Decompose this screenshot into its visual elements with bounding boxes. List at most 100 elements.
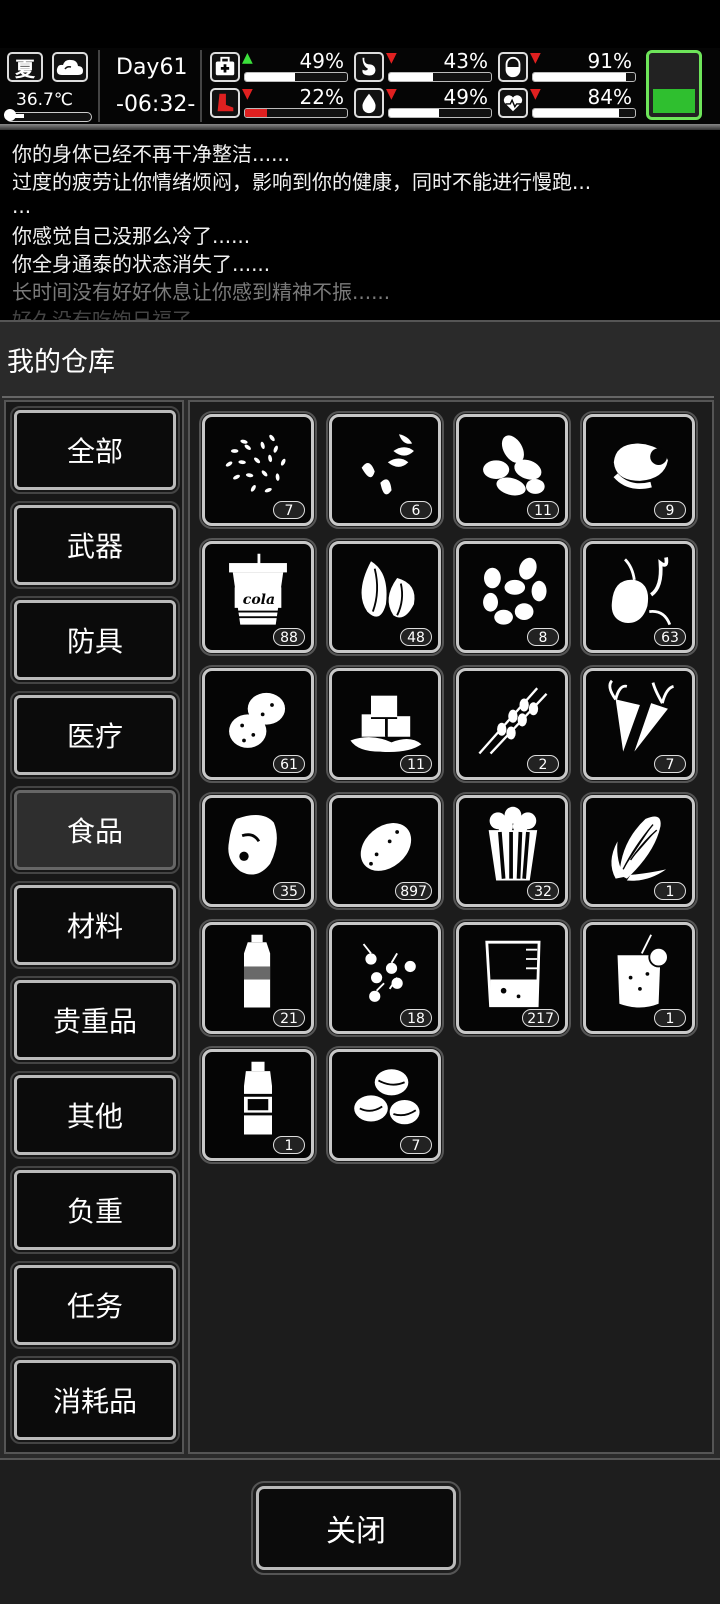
- item-count: 897: [395, 882, 432, 900]
- inventory-slot[interactable]: 217: [453, 919, 571, 1037]
- log-line: 长时间没有好好休息让你感到精神不振......: [12, 280, 391, 304]
- cloud-icon: [52, 52, 88, 82]
- category-tab[interactable]: 负重: [10, 1166, 180, 1254]
- stat-meter: ▼ 49%: [354, 85, 494, 120]
- battery-level: [653, 89, 695, 113]
- log-line: 你感觉自己没那么冷了......: [12, 224, 251, 248]
- inventory-slot[interactable]: 1: [580, 792, 698, 910]
- inventory-slot[interactable]: 1: [580, 919, 698, 1037]
- skewer-icon: [478, 687, 548, 755]
- inventory-slot[interactable]: 8: [453, 538, 571, 656]
- category-tab[interactable]: 消耗品: [10, 1356, 180, 1444]
- sauce-bottle-icon: [244, 1061, 272, 1135]
- inventory-slot[interactable]: 63: [580, 538, 698, 656]
- category-tab[interactable]: 任务: [10, 1261, 180, 1349]
- close-button[interactable]: 关闭: [251, 1481, 461, 1575]
- inventory-slot[interactable]: 21: [199, 919, 317, 1037]
- inventory-slot[interactable]: 7: [580, 665, 698, 783]
- event-log[interactable]: 你的身体已经不再干净整洁...... 过度的疲劳让你情绪烦闷，影响到你的健康，同…: [0, 130, 720, 320]
- stat-bar: [244, 72, 348, 82]
- category-tab[interactable]: 食品: [10, 786, 180, 874]
- item-count: 7: [654, 755, 686, 773]
- stat-meter: ▼ 43%: [354, 49, 494, 84]
- item-count: 32: [527, 882, 559, 900]
- trend-down-icon: ▼: [242, 86, 253, 102]
- stat-bar: [388, 72, 492, 82]
- item-count: 9: [654, 501, 686, 519]
- potato-icon: [360, 823, 412, 871]
- carrot-icon: [608, 679, 675, 752]
- category-tab[interactable]: 武器: [10, 501, 180, 589]
- category-tab[interactable]: 材料: [10, 881, 180, 969]
- trend-down-icon: ▼: [530, 50, 541, 66]
- item-count: 18: [400, 1009, 432, 1027]
- category-tab[interactable]: 其他: [10, 1071, 180, 1159]
- beaker-icon: [485, 940, 541, 1008]
- battery-icon[interactable]: [646, 50, 702, 120]
- temperature-readout: 36.7℃: [16, 90, 73, 110]
- inventory-slot[interactable]: 9: [580, 411, 698, 529]
- trend-down-icon: ▼: [530, 86, 541, 102]
- stomach-icon: [354, 52, 384, 82]
- inventory-slot[interactable]: 35: [199, 792, 317, 910]
- inventory-slot[interactable]: 2: [453, 665, 571, 783]
- item-count: 1: [654, 882, 686, 900]
- cola-cup-icon: cola: [229, 553, 287, 625]
- water-bottle-icon: [244, 934, 271, 1008]
- item-count: 2: [527, 755, 559, 773]
- trend-up-icon: ▲: [242, 50, 253, 66]
- item-count: 11: [400, 755, 432, 773]
- category-sidebar[interactable]: 全部 武器 防具 医疗 食品 材料 贵重品 其他 负重 任务 消耗品: [4, 400, 184, 1454]
- warehouse-panel: 我的仓库 全部 武器 防具 医疗 食品 材料 贵重品 其他 负重 任务 消耗品 7 6 11 9 cola 8…: [0, 320, 720, 1604]
- season-label: 夏: [15, 56, 35, 81]
- item-count: 8: [527, 628, 559, 646]
- water-drop-icon: [354, 88, 384, 118]
- log-line: 你全身通泰的状态消失了......: [12, 252, 271, 276]
- panel-title: 我的仓库: [7, 347, 115, 378]
- inventory-slot[interactable]: 11: [326, 665, 444, 783]
- tofu-icon: [350, 695, 422, 752]
- inventory-slot[interactable]: 61: [199, 665, 317, 783]
- trend-down-icon: ▼: [386, 50, 397, 66]
- inventory-slot[interactable]: 32: [453, 792, 571, 910]
- popcorn-icon: [488, 806, 538, 881]
- inventory-slot[interactable]: 7: [326, 1046, 444, 1164]
- category-tab[interactable]: 防具: [10, 596, 180, 684]
- stat-percent: 22%: [299, 85, 344, 109]
- stat-meter: ▼ 84%: [498, 85, 638, 120]
- corn-icon: [611, 816, 667, 881]
- inventory-slot[interactable]: 897: [326, 792, 444, 910]
- inventory-slot[interactable]: cola 88: [199, 538, 317, 656]
- item-grid[interactable]: 7 6 11 9 cola 88 48 8 63 61 11 2 7 35 897 32 1 21 18 217 1 1 7: [188, 400, 714, 1454]
- category-tab[interactable]: 全部: [10, 406, 180, 494]
- trend-down-icon: ▼: [386, 86, 397, 102]
- item-count: 61: [273, 755, 305, 773]
- season-indicator: 夏: [7, 52, 43, 82]
- stat-meter: ▼ 91%: [498, 49, 638, 84]
- item-count: 63: [654, 628, 686, 646]
- inventory-slot[interactable]: 11: [453, 411, 571, 529]
- inventory-slot[interactable]: 18: [326, 919, 444, 1037]
- pill-icon: [498, 52, 528, 82]
- berries-icon: [362, 943, 416, 1002]
- item-count: 88: [273, 628, 305, 646]
- stat-bar: [244, 108, 348, 118]
- item-label: cola: [243, 592, 275, 608]
- inventory-slot[interactable]: 7: [199, 411, 317, 529]
- seeds-icon: [225, 434, 286, 493]
- item-count: 11: [527, 501, 559, 519]
- status-bar: [0, 0, 720, 48]
- category-tab[interactable]: 贵重品: [10, 976, 180, 1064]
- stat-percent: 49%: [299, 49, 344, 73]
- item-count: 35: [273, 882, 305, 900]
- item-count: 1: [654, 1009, 686, 1027]
- game-clock: -06:32-: [116, 92, 196, 117]
- inventory-slot[interactable]: 6: [326, 411, 444, 529]
- log-line: 好久没有吃饱日福了: [12, 308, 192, 320]
- inventory-slot[interactable]: 48: [326, 538, 444, 656]
- category-tab[interactable]: 医疗: [10, 691, 180, 779]
- stat-bar: [532, 108, 636, 118]
- stat-bar: [388, 108, 492, 118]
- inventory-slot[interactable]: 1: [199, 1046, 317, 1164]
- log-line: 你的身体已经不再干净整洁......: [12, 142, 291, 166]
